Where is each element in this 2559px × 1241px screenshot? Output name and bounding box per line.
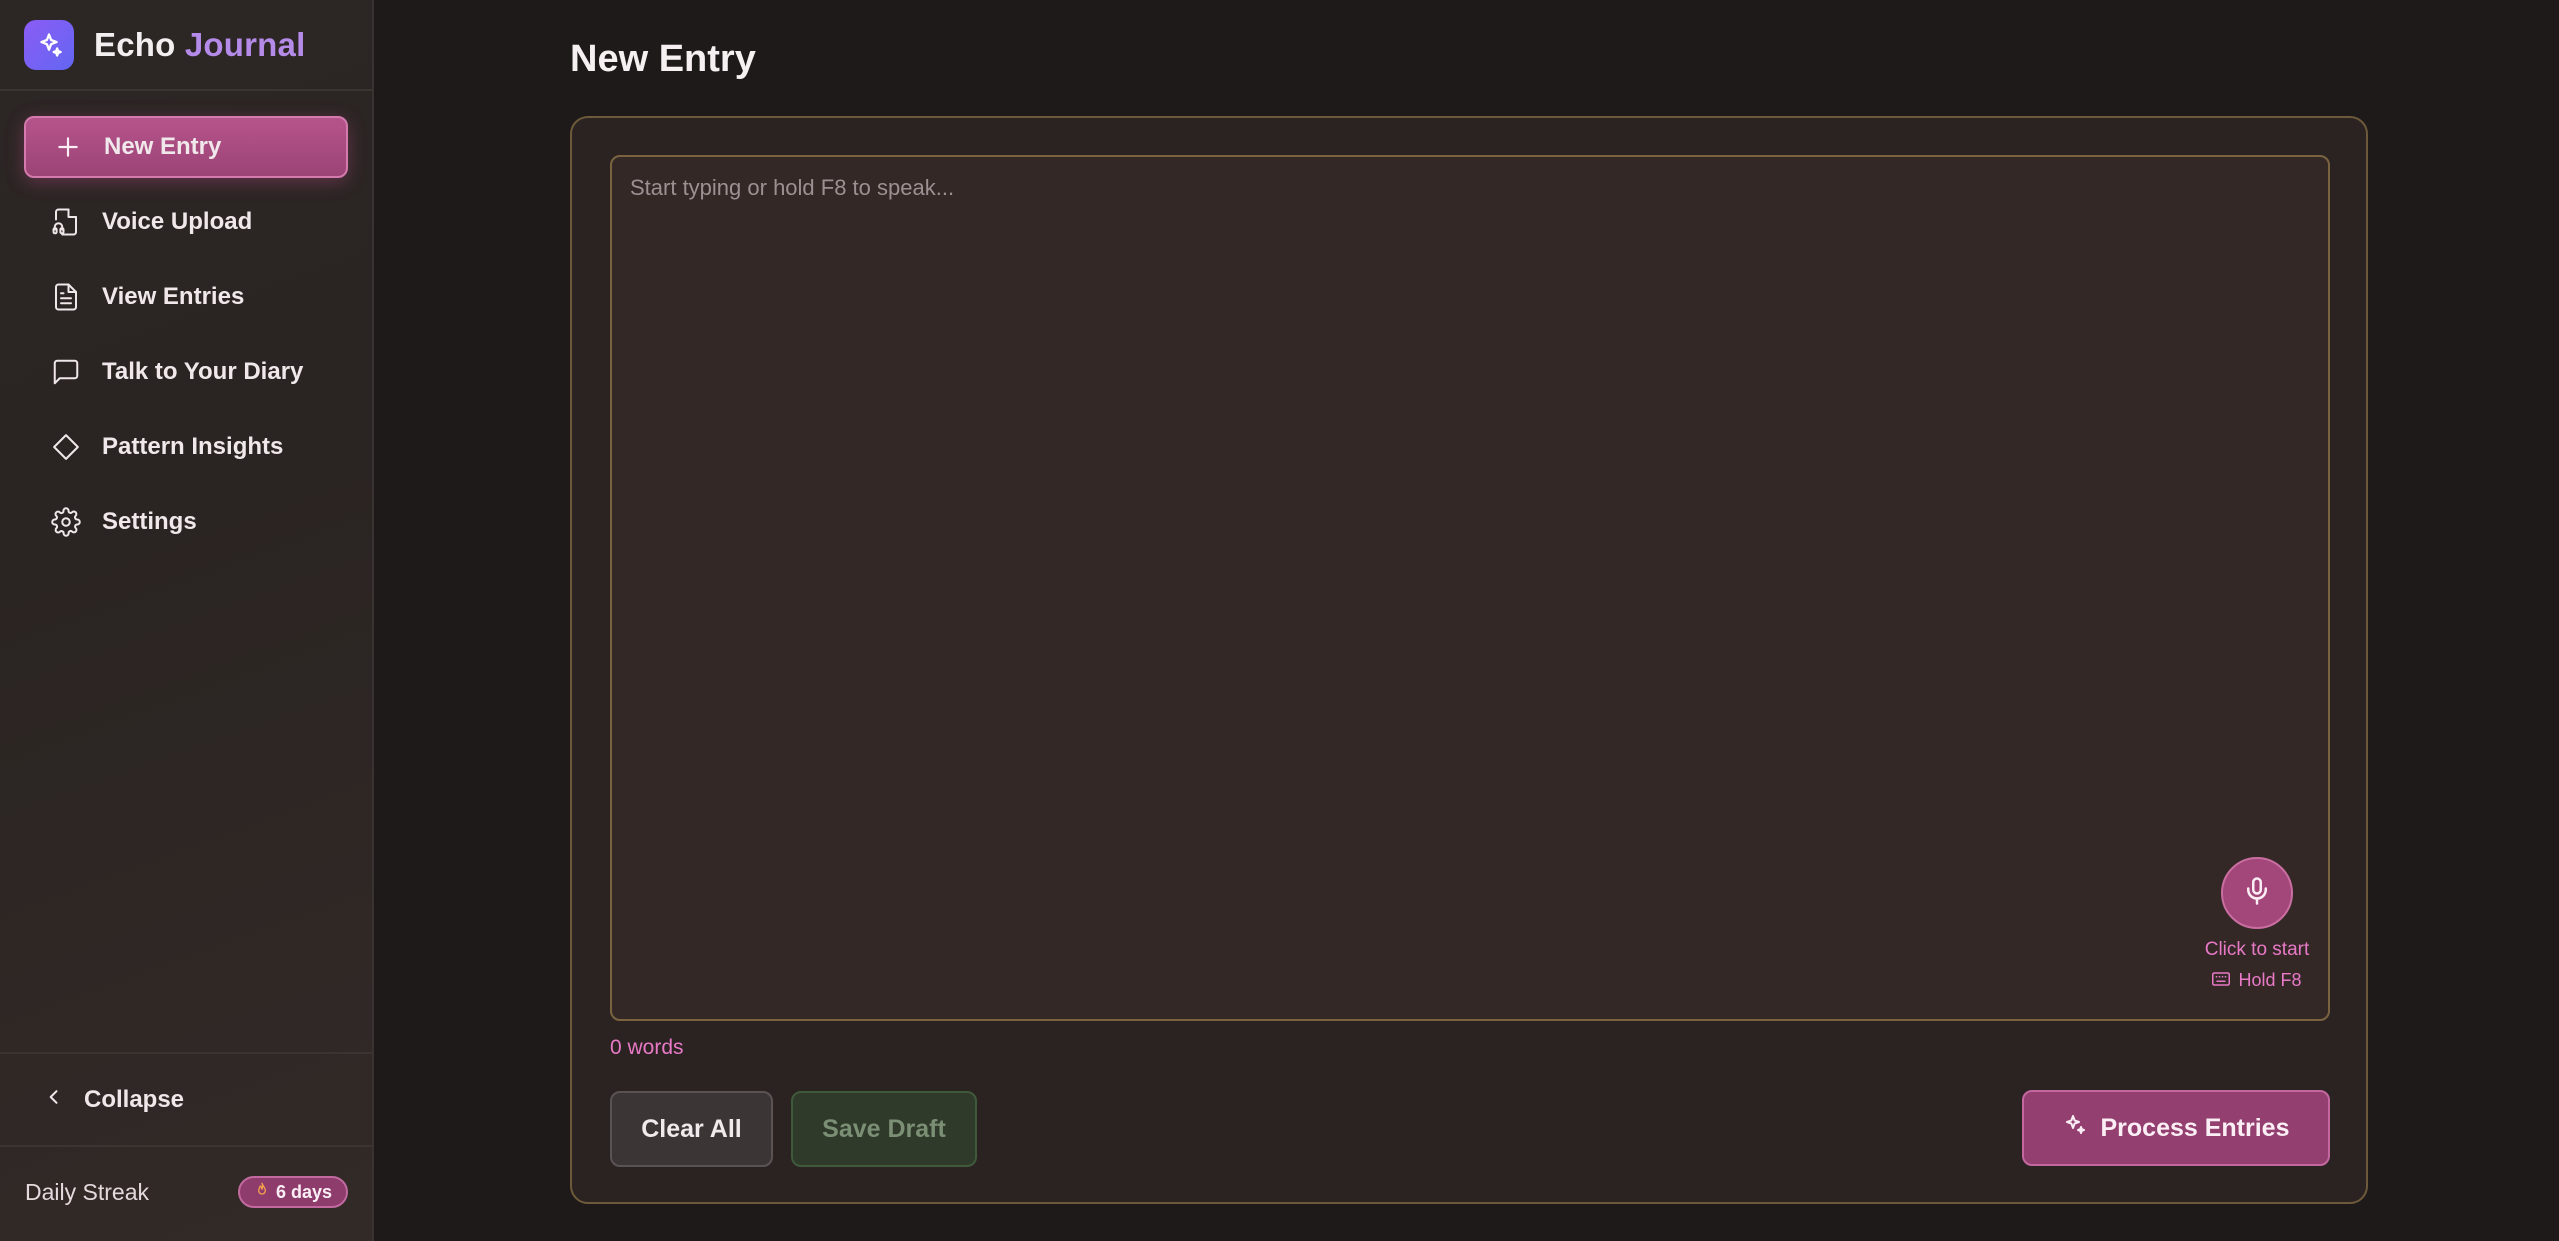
sparkles-icon [2063,1113,2087,1144]
streak-badge: 6 days [237,1176,348,1208]
daily-streak: Daily Streak 6 days [25,1176,348,1208]
process-entries-button[interactable]: Process Entries [2022,1090,2330,1166]
sidebar-item-label: Voice Upload [102,208,253,235]
app-title-part1: Echo [94,25,176,63]
sidebar-item-talk-to-your-diary[interactable]: Talk to Your Diary [24,341,348,403]
brand-header: Echo Journal [0,0,372,91]
streak-value: 6 days [275,1181,332,1202]
divider [0,1145,372,1147]
sidebar-item-label: Talk to Your Diary [102,358,304,385]
mic-shortcut-label: Hold F8 [2238,970,2302,990]
entry-card: Click to start Hold F8 0 words Clear All… [570,116,2368,1204]
entry-editor: Click to start Hold F8 [610,155,2330,1021]
streak-label: Daily Streak [25,1178,149,1205]
document-icon [50,281,82,313]
sidebar-item-settings[interactable]: Settings [24,491,348,553]
save-draft-button[interactable]: Save Draft [791,1091,977,1167]
sidebar-item-label: Pattern Insights [102,433,284,460]
sidebar-item-voice-upload[interactable]: Voice Upload [24,191,348,253]
sidebar-item-label: View Entries [102,283,245,310]
mic-shortcut: Hold F8 [2162,970,2352,991]
sidebar: Echo Journal New Entry Voice Upload View… [0,0,374,1241]
clear-all-button[interactable]: Clear All [610,1091,773,1167]
page-title: New Entry [570,38,756,80]
diamond-icon [50,431,82,463]
collapse-button[interactable]: Collapse [44,1080,184,1120]
mic-hint: Click to start [2204,939,2310,960]
microphone-icon [2242,876,2272,911]
sidebar-item-new-entry[interactable]: New Entry [24,116,348,178]
file-audio-icon [50,206,82,238]
entry-textarea[interactable] [612,157,2328,1019]
plus-icon [52,131,84,163]
sidebar-item-view-entries[interactable]: View Entries [24,266,348,328]
sidebar-nav: New Entry Voice Upload View Entries Talk… [24,116,348,566]
sparkles-logo-icon [24,19,74,70]
chevron-left-icon [44,1086,64,1114]
process-entries-label: Process Entries [2100,1113,2290,1142]
collapse-label: Collapse [84,1086,185,1113]
word-count: 0 words [610,1036,684,1059]
app-title: Echo Journal [94,26,305,64]
divider [0,1052,372,1054]
chat-bubble-icon [50,356,82,388]
gear-icon [50,506,82,538]
keyboard-icon [2212,970,2231,991]
microphone-button[interactable] [2221,857,2293,929]
sidebar-item-label: Settings [102,508,197,535]
flame-icon [254,1182,270,1203]
app-title-part2: Journal [184,25,306,63]
sidebar-item-label: New Entry [104,133,222,160]
sidebar-item-pattern-insights[interactable]: Pattern Insights [24,416,348,478]
app-root: Echo Journal New Entry Voice Upload View… [0,0,2559,1241]
